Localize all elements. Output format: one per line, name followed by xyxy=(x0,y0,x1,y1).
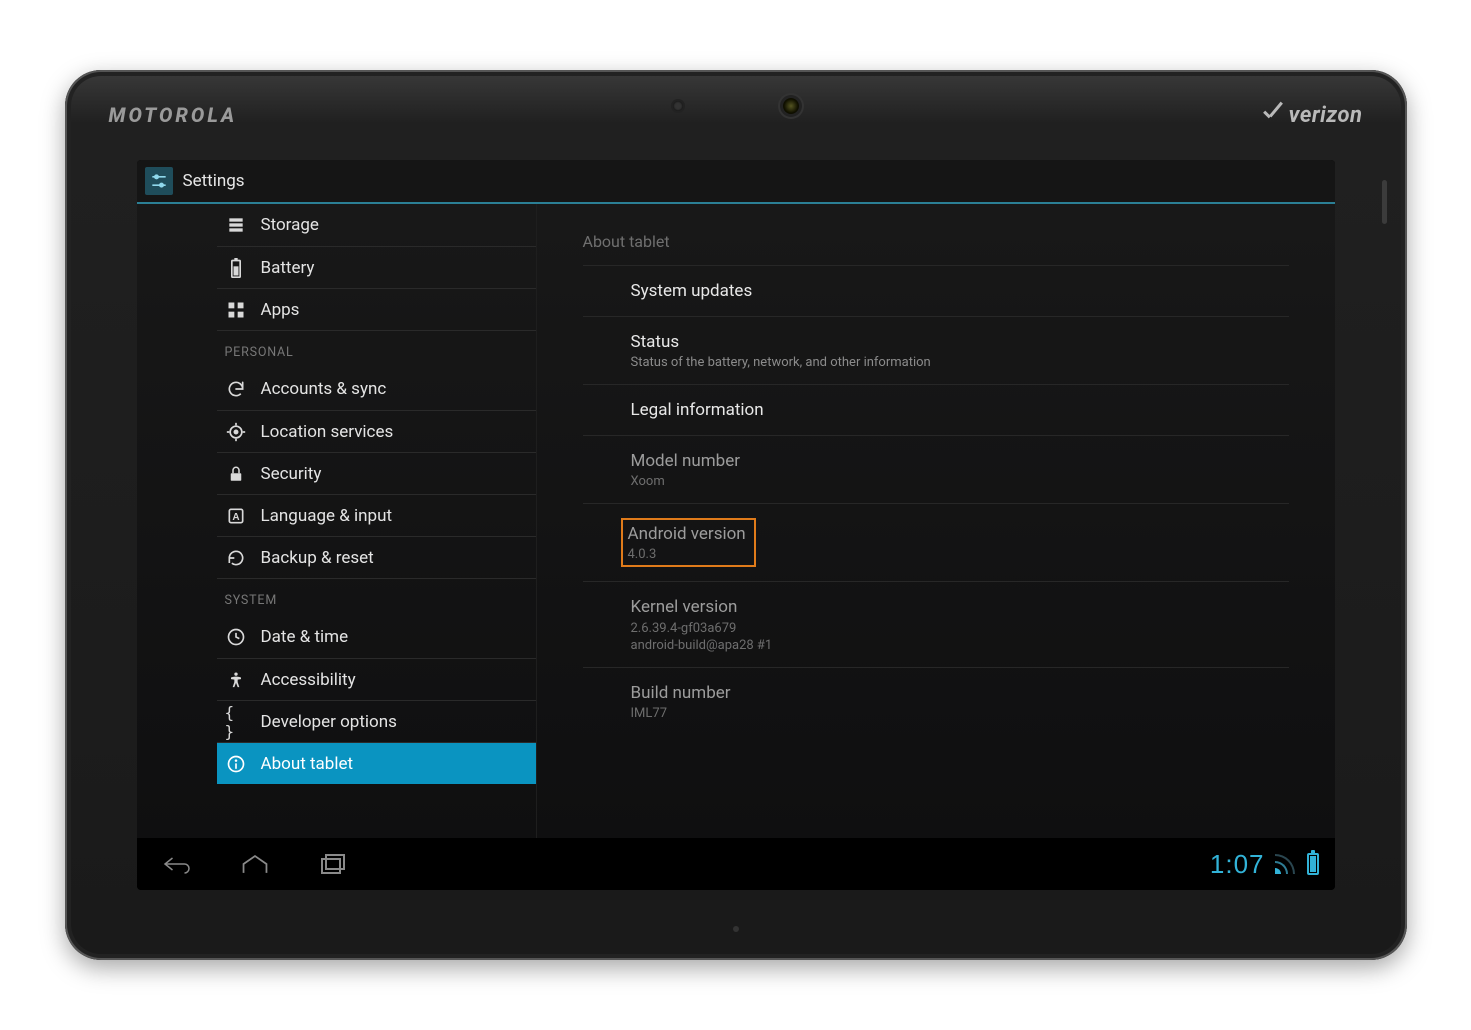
accessibility-icon xyxy=(225,670,247,690)
row-kernel: Kernel version 2.6.39.4-gf03a679 android… xyxy=(583,582,1289,667)
nav-recent-button[interactable] xyxy=(309,844,357,884)
system-navbar: 1:07 xyxy=(137,838,1335,890)
app-header: Settings xyxy=(137,160,1335,204)
row-status[interactable]: Status Status of the battery, network, a… xyxy=(583,317,1289,385)
speaker-slit xyxy=(1382,180,1387,224)
settings-sidebar[interactable]: Storage Battery Apps PERSONAL xyxy=(137,204,537,838)
row-android-version[interactable]: Android version 4.0.3 xyxy=(583,504,1289,582)
row-title: Status xyxy=(631,331,1289,353)
brand-motorola: MOTOROLA xyxy=(109,103,238,127)
sidebar-item-accounts-sync[interactable]: Accounts & sync xyxy=(217,368,536,410)
android-version-highlight: Android version 4.0.3 xyxy=(621,518,756,567)
language-icon: A xyxy=(225,506,247,526)
status-area[interactable]: 1:07 xyxy=(1210,849,1319,880)
sidebar-item-label: Accessibility xyxy=(261,670,356,690)
row-model: Model number Xoom xyxy=(583,436,1289,504)
app-title: Settings xyxy=(183,171,245,191)
front-camera xyxy=(783,98,799,114)
row-subtitle: Status of the battery, network, and othe… xyxy=(631,355,1289,370)
screen: Settings Storage Battery xyxy=(137,160,1335,890)
sidebar-item-developer[interactable]: { } Developer options xyxy=(217,700,536,742)
sidebar-item-label: Language & input xyxy=(261,506,393,526)
section-header-personal: PERSONAL xyxy=(217,330,536,368)
sidebar-item-label: Storage xyxy=(261,215,319,235)
section-header-system: SYSTEM xyxy=(217,578,536,616)
row-value-2: android-build@apa28 #1 xyxy=(631,638,1289,653)
sidebar-item-storage[interactable]: Storage xyxy=(217,204,536,246)
row-legal[interactable]: Legal information xyxy=(583,385,1289,436)
developer-icon: { } xyxy=(225,703,247,741)
row-system-updates[interactable]: System updates xyxy=(583,266,1289,317)
settings-icon xyxy=(145,167,173,195)
wifi-icon xyxy=(1275,854,1297,874)
bezel-top: MOTOROLA verizon xyxy=(65,70,1407,160)
sidebar-item-about[interactable]: About tablet xyxy=(217,742,536,784)
row-value: 4.0.3 xyxy=(628,547,746,562)
sidebar-item-backup[interactable]: Backup & reset xyxy=(217,536,536,578)
sidebar-item-label: Backup & reset xyxy=(261,548,374,568)
row-title: Kernel version xyxy=(631,596,1289,618)
security-icon xyxy=(225,464,247,484)
row-title: Model number xyxy=(631,450,1289,472)
sidebar-item-label: Accounts & sync xyxy=(261,379,387,399)
dock-indicator xyxy=(733,926,739,932)
brand-verizon-text: verizon xyxy=(1289,103,1363,128)
sensor-dot xyxy=(673,101,683,111)
battery-status-icon xyxy=(1307,853,1319,875)
sidebar-item-battery[interactable]: Battery xyxy=(217,246,536,288)
row-value: 2.6.39.4-gf03a679 xyxy=(631,621,1289,636)
app-body: Storage Battery Apps PERSONAL xyxy=(137,204,1335,838)
sidebar-item-label: Apps xyxy=(261,300,300,320)
content-header: About tablet xyxy=(583,232,1289,266)
tablet-frame: MOTOROLA verizon Settings xyxy=(65,70,1407,960)
row-title: System updates xyxy=(631,280,1289,302)
row-title: Legal information xyxy=(631,399,1289,421)
sidebar-item-apps[interactable]: Apps xyxy=(217,288,536,330)
content-pane: About tablet System updates Status Statu… xyxy=(537,204,1335,838)
row-title: Build number xyxy=(631,682,1289,704)
apps-icon xyxy=(225,300,247,320)
location-icon xyxy=(225,422,247,442)
storage-icon xyxy=(225,215,247,235)
row-value: Xoom xyxy=(631,474,1289,489)
sidebar-item-security[interactable]: Security xyxy=(217,452,536,494)
sidebar-item-label: About tablet xyxy=(261,754,354,774)
brand-verizon: verizon xyxy=(1261,103,1363,128)
sidebar-item-label: Location services xyxy=(261,422,394,442)
sidebar-item-label: Date & time xyxy=(261,627,349,647)
sidebar-item-location[interactable]: Location services xyxy=(217,410,536,452)
sidebar-item-label: Developer options xyxy=(261,712,397,732)
sidebar-item-datetime[interactable]: Date & time xyxy=(217,616,536,658)
sidebar-item-accessibility[interactable]: Accessibility xyxy=(217,658,536,700)
clock-icon xyxy=(225,627,247,647)
nav-back-button[interactable] xyxy=(153,844,201,884)
row-value: IML77 xyxy=(631,706,1289,721)
backup-icon xyxy=(225,548,247,568)
row-build: Build number IML77 xyxy=(583,668,1289,735)
sidebar-item-label: Security xyxy=(261,464,322,484)
battery-icon xyxy=(225,258,247,278)
front-sensors xyxy=(673,98,799,114)
svg-text:A: A xyxy=(232,512,239,523)
nav-home-button[interactable] xyxy=(231,844,279,884)
status-clock: 1:07 xyxy=(1210,849,1265,880)
verizon-check-icon xyxy=(1261,104,1283,126)
row-title: Android version xyxy=(628,523,746,545)
sidebar-item-language[interactable]: A Language & input xyxy=(217,494,536,536)
sync-icon xyxy=(225,379,247,399)
about-icon xyxy=(225,754,247,774)
sidebar-item-label: Battery xyxy=(261,258,315,278)
